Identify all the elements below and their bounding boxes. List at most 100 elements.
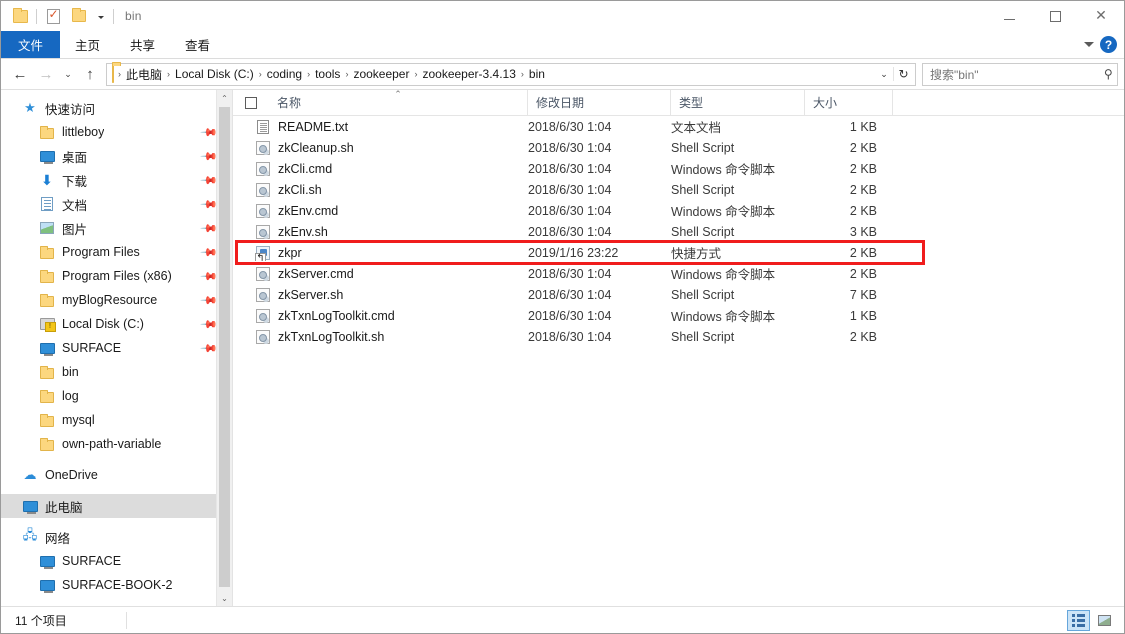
file-date: 2018/6/30 1:04 <box>528 203 612 218</box>
generic-file-icon <box>255 266 271 282</box>
address-dropdown-icon[interactable]: ⌄ <box>875 69 893 80</box>
close-button[interactable]: ✕ <box>1078 1 1124 31</box>
file-date: 2018/6/30 1:04 <box>528 182 612 197</box>
explorer-body: ★ 快速访问 littleboy 📌 桌面 📌 ⬇ 下载 📌 文档 📌 图片 📌… <box>1 89 1124 606</box>
file-size: 1 KB <box>849 308 877 323</box>
file-name: zkServer.sh <box>278 287 344 302</box>
back-button[interactable]: ← <box>7 62 33 86</box>
folder-icon <box>39 412 55 428</box>
properties-icon[interactable] <box>40 4 66 28</box>
sidebar-item-documents[interactable]: 文档 📌 <box>1 192 232 216</box>
tab-view[interactable]: 查看 <box>170 31 225 58</box>
sidebar-item-bin[interactable]: bin <box>1 360 232 384</box>
recent-locations-button[interactable]: ⌄ <box>59 62 77 86</box>
tab-file[interactable]: 文件 <box>1 31 61 58</box>
file-type: 快捷方式 <box>671 247 722 261</box>
sidebar-item-program-files[interactable]: Program Files 📌 <box>1 240 232 264</box>
table-row[interactable]: zkEnv.cmd 2018/6/30 1:04 Windows 命令脚本 2 … <box>233 200 1124 221</box>
breadcrumb-item-5[interactable]: zookeeper-3.4.13 <box>418 66 519 82</box>
item-count-label: 11 个项目 <box>15 613 67 628</box>
sidebar-item-label: 此电脑 <box>45 500 83 515</box>
select-all-checkbox[interactable] <box>233 90 269 116</box>
table-row[interactable]: zkServer.sh 2018/6/30 1:04 Shell Script … <box>233 284 1124 305</box>
address-bar[interactable]: › 此电脑 › Local Disk (C:) › coding › tools… <box>106 62 916 86</box>
sidebar-item-local-disk-c[interactable]: Local Disk (C:) 📌 <box>1 312 232 336</box>
breadcrumb-item-4[interactable]: zookeeper <box>349 66 413 82</box>
sidebar-item-littleboy[interactable]: littleboy 📌 <box>1 120 232 144</box>
file-name: zkTxnLogToolkit.cmd <box>278 308 395 323</box>
sidebar-item-quick-access[interactable]: ★ 快速访问 <box>1 96 232 120</box>
sidebar-item-desktop[interactable]: 桌面 📌 <box>1 144 232 168</box>
tab-home[interactable]: 主页 <box>60 31 115 58</box>
large-icons-view-icon[interactable] <box>1093 610 1116 631</box>
scroll-down-icon[interactable]: ⌄ <box>217 590 232 606</box>
folder-icon[interactable] <box>7 4 33 28</box>
customize-dropdown-icon[interactable] <box>92 13 110 19</box>
column-header-date-label: 修改日期 <box>536 96 585 110</box>
sidebar-item-network[interactable]: 🖧 网络 <box>1 525 232 549</box>
sidebar-item-log[interactable]: log <box>1 384 232 408</box>
file-name-cell: zkCleanup.sh <box>233 140 528 156</box>
breadcrumb-item-2[interactable]: coding <box>263 66 306 82</box>
table-row[interactable]: zkCleanup.sh 2018/6/30 1:04 Shell Script… <box>233 137 1124 158</box>
sidebar-item-myblogresource[interactable]: myBlogResource 📌 <box>1 288 232 312</box>
sidebar-item-this-pc[interactable]: 此电脑 <box>1 494 232 518</box>
sidebar-item-network-surface[interactable]: SURFACE <box>1 549 232 573</box>
file-list-pane: ⌃ 名称 修改日期 类型 大小 README.txt 2018/6/30 1:0… <box>233 89 1124 606</box>
address-bar-controls: ⌄ ↻ <box>875 67 913 81</box>
file-date: 2018/6/30 1:04 <box>528 161 612 176</box>
sidebar-item-label: myBlogResource <box>62 293 158 307</box>
sidebar-item-network-surface-book-2[interactable]: SURFACE-BOOK-2 <box>1 573 232 597</box>
maximize-button[interactable] <box>1032 1 1078 31</box>
up-button[interactable]: ↑ <box>77 62 103 86</box>
file-name-cell: zkTxnLogToolkit.cmd <box>233 308 528 324</box>
sidebar-item-mysql[interactable]: mysql <box>1 408 232 432</box>
breadcrumb-item-1[interactable]: Local Disk (C:) <box>171 66 258 82</box>
ribbon-right-controls: ? <box>1084 31 1124 58</box>
file-size: 2 KB <box>849 329 877 344</box>
help-icon[interactable]: ? <box>1100 36 1117 53</box>
scrollbar-thumb[interactable] <box>219 107 230 587</box>
sidebar-item-onedrive[interactable]: ☁ OneDrive <box>1 463 232 487</box>
details-view-icon[interactable] <box>1067 609 1090 631</box>
search-box[interactable]: 搜索"bin" ⚲ <box>922 62 1118 86</box>
column-header-name[interactable]: ⌃ 名称 <box>269 89 528 116</box>
column-header-date[interactable]: 修改日期 <box>528 89 671 116</box>
table-row[interactable]: zkServer.cmd 2018/6/30 1:04 Windows 命令脚本… <box>233 263 1124 284</box>
generic-file-icon <box>255 287 271 303</box>
column-header-type[interactable]: 类型 <box>671 89 805 116</box>
download-icon: ⬇ <box>41 171 53 188</box>
table-row[interactable]: zkTxnLogToolkit.sh 2018/6/30 1:04 Shell … <box>233 326 1124 347</box>
file-type: Shell Script <box>671 287 735 302</box>
table-row[interactable]: README.txt 2018/6/30 1:04 文本文档 1 KB <box>233 116 1124 137</box>
sidebar-scrollbar[interactable]: ⌃ ⌄ <box>216 90 232 606</box>
file-size: 1 KB <box>849 119 877 134</box>
table-row[interactable]: zkTxnLogToolkit.cmd 2018/6/30 1:04 Windo… <box>233 305 1124 326</box>
table-row[interactable]: zkCli.cmd 2018/6/30 1:04 Windows 命令脚本 2 … <box>233 158 1124 179</box>
minimize-button[interactable] <box>986 1 1032 31</box>
file-type: Windows 命令脚本 <box>671 268 776 282</box>
breadcrumb-item-3[interactable]: tools <box>311 66 344 82</box>
navigation-pane: ★ 快速访问 littleboy 📌 桌面 📌 ⬇ 下载 📌 文档 📌 图片 📌… <box>1 90 233 606</box>
search-input[interactable]: 搜索"bin" <box>930 66 1104 83</box>
table-row-zkpr[interactable]: zkpr 2019/1/16 23:22 快捷方式 2 KB <box>233 242 1124 263</box>
sidebar-item-pictures[interactable]: 图片 📌 <box>1 216 232 240</box>
refresh-icon[interactable]: ↻ <box>893 67 913 81</box>
forward-button[interactable]: → <box>33 62 59 86</box>
sidebar-list: ★ 快速访问 littleboy 📌 桌面 📌 ⬇ 下载 📌 文档 📌 图片 📌… <box>1 90 232 597</box>
table-row[interactable]: zkEnv.sh 2018/6/30 1:04 Shell Script 3 K… <box>233 221 1124 242</box>
new-folder-icon[interactable] <box>66 4 92 28</box>
column-header-size[interactable]: 大小 <box>805 89 893 116</box>
sidebar-item-own-path-variable[interactable]: own-path-variable <box>1 432 232 456</box>
sidebar-item-downloads[interactable]: ⬇ 下载 📌 <box>1 168 232 192</box>
table-row[interactable]: zkCli.sh 2018/6/30 1:04 Shell Script 2 K… <box>233 179 1124 200</box>
file-name: zkServer.cmd <box>278 266 354 281</box>
folder-icon <box>39 436 55 452</box>
breadcrumb-item-6[interactable]: bin <box>525 66 549 82</box>
sidebar-item-program-files-x86[interactable]: Program Files (x86) 📌 <box>1 264 232 288</box>
scroll-up-icon[interactable]: ⌃ <box>217 90 232 106</box>
chevron-down-icon[interactable] <box>1084 42 1094 47</box>
tab-share[interactable]: 共享 <box>115 31 170 58</box>
sidebar-item-surface[interactable]: SURFACE 📌 <box>1 336 232 360</box>
breadcrumb-item-0[interactable]: 此电脑 <box>122 65 166 84</box>
